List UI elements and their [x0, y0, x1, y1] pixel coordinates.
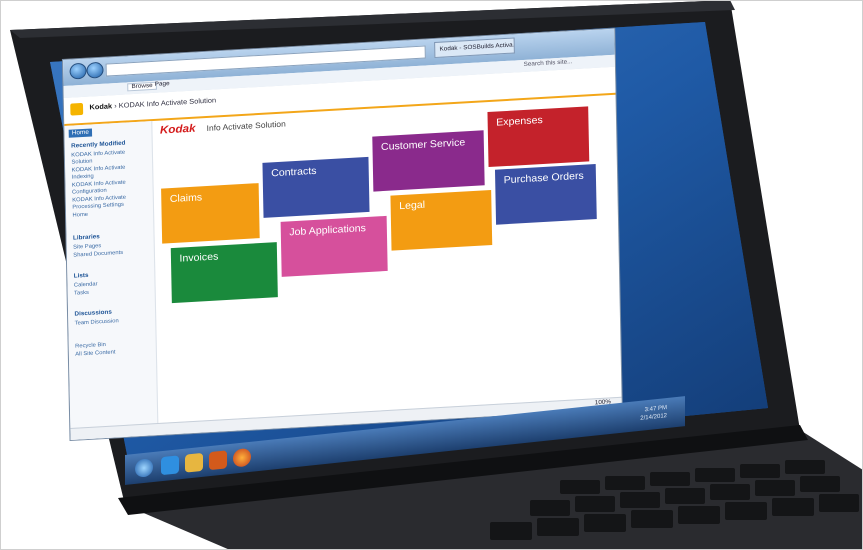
quick-launch-nav: Home Recently Modified KODAK Info Activa…	[64, 121, 159, 441]
breadcrumb: Kodak › KODAK Info Activate Solution	[89, 97, 216, 111]
tab-browse[interactable]: Browse	[127, 81, 157, 92]
tile-invoices[interactable]: Invoices	[170, 242, 278, 304]
file-explorer-icon[interactable]	[185, 452, 203, 473]
tile-label: Purchase Orders	[503, 170, 584, 187]
tile-label: Job Applications	[289, 223, 367, 239]
site-search-input[interactable]: Search this site...	[524, 59, 573, 68]
kodak-logo: Kodak	[159, 122, 196, 137]
firefox-icon[interactable]	[233, 447, 251, 468]
breadcrumb-brand[interactable]: Kodak	[89, 103, 112, 111]
tile-label: Legal	[399, 199, 426, 213]
photo-scene: Kodak - SOSBuilds Activa... Browse Page …	[0, 0, 863, 550]
tile-customer-service[interactable]: Customer Service	[372, 130, 485, 192]
breadcrumb-site[interactable]: › KODAK Info Activate Solution	[114, 97, 216, 110]
browser-window-perspective: Kodak - SOSBuilds Activa... Browse Page …	[63, 28, 622, 441]
clock-date: 2/14/2012	[640, 413, 667, 422]
tile-contracts[interactable]: Contracts	[262, 156, 370, 218]
tile-claims[interactable]: Claims	[161, 183, 260, 244]
tile-legal[interactable]: Legal	[390, 189, 493, 251]
tile-expenses[interactable]: Expenses	[487, 106, 590, 168]
forward-icon[interactable]	[86, 61, 104, 79]
browser-window: Kodak - SOSBuilds Activa... Browse Page …	[63, 28, 622, 441]
system-clock[interactable]: 3:47 PM 2/14/2012	[640, 404, 667, 423]
tile-job-applications[interactable]: Job Applications	[280, 215, 388, 277]
page-content: Kodak Info Activate Solution Claims Contr…	[160, 99, 622, 425]
tile-label: Expenses	[496, 114, 543, 129]
tile-label: Invoices	[179, 251, 219, 265]
page-title: Info Activate Solution	[206, 119, 286, 133]
start-orb-icon[interactable]	[135, 458, 153, 478]
tab-page[interactable]: Page	[155, 81, 170, 88]
media-player-icon[interactable]	[209, 450, 227, 471]
back-icon[interactable]	[69, 62, 87, 80]
site-logo-icon	[70, 102, 84, 116]
internet-explorer-icon[interactable]	[161, 455, 179, 476]
clock-time: 3:47 PM	[644, 405, 667, 414]
tile-label: Claims	[169, 192, 203, 206]
tile-label: Contracts	[271, 165, 317, 180]
tile-label: Customer Service	[380, 137, 466, 154]
browser-tab[interactable]: Kodak - SOSBuilds Activa...	[434, 37, 515, 58]
nav-home-tab[interactable]: Home	[68, 128, 93, 138]
nav-item[interactable]: Team Discussion	[75, 316, 149, 327]
tile-purchase-orders[interactable]: Purchase Orders	[494, 164, 597, 225]
